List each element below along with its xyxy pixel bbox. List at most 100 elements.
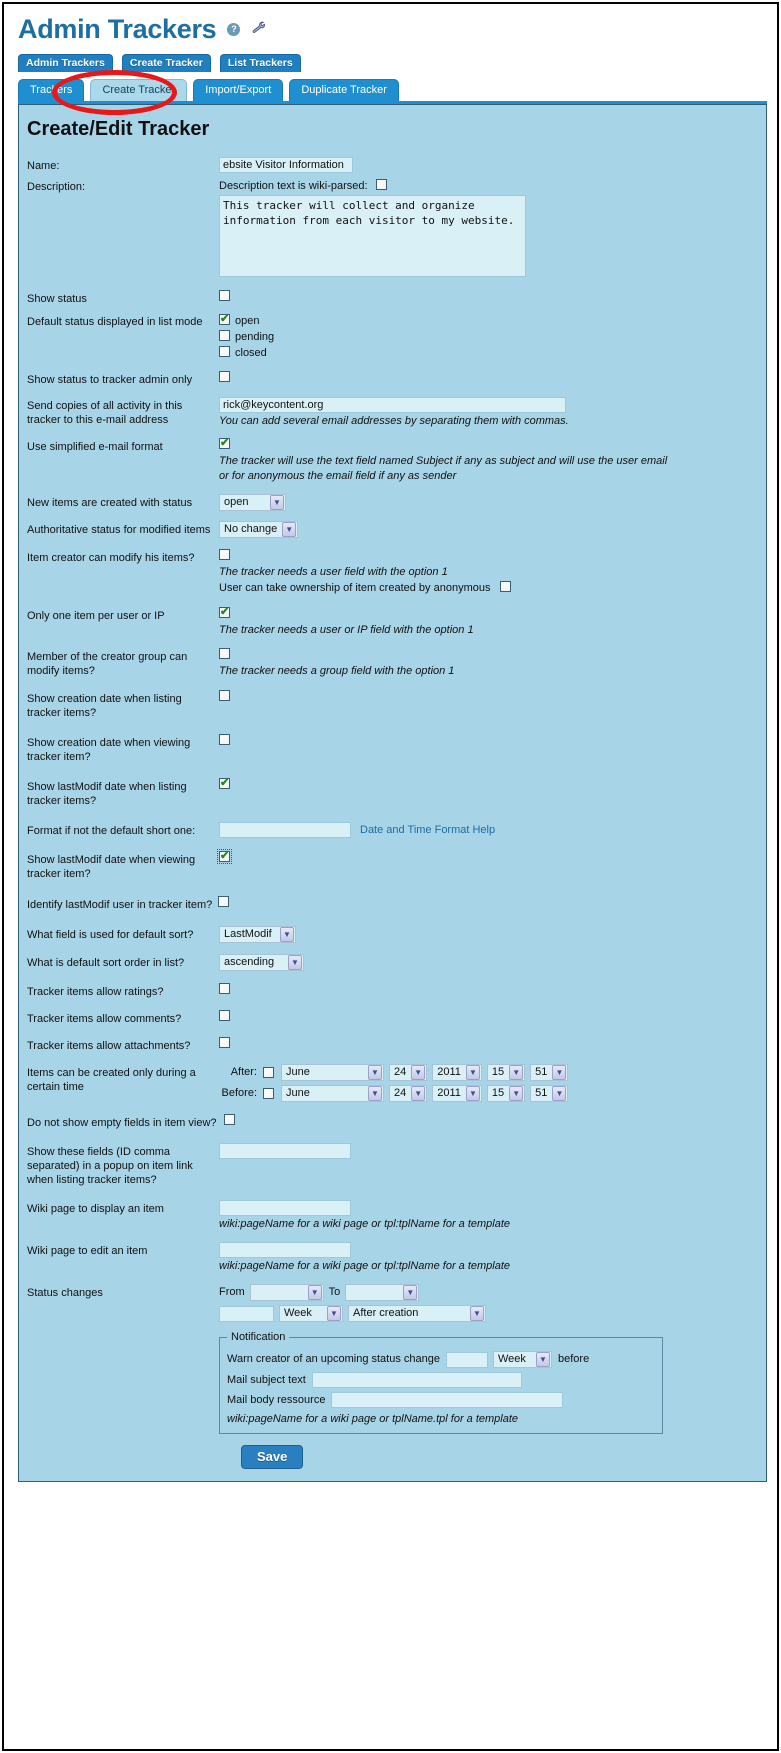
wiki-parsed-checkbox[interactable] [375, 179, 387, 190]
wiki-parsed-line: Description text is wiki-parsed: [219, 179, 766, 194]
mail-subject-input[interactable] [311, 1372, 522, 1388]
after-day-select[interactable]: 24 ▼ [389, 1064, 428, 1081]
warn-amount-input[interactable] [446, 1351, 488, 1368]
group-can-modify-checkbox[interactable] [219, 648, 230, 659]
after-hour-select[interactable]: 15 ▼ [486, 1064, 526, 1081]
show-status-checkbox[interactable] [219, 290, 230, 301]
before-minute-select[interactable]: 51 ▼ [530, 1085, 569, 1102]
allow-comments-checkbox[interactable] [219, 1010, 230, 1021]
tab-import-export[interactable]: Import/Export [193, 79, 284, 101]
row-name: Name: [19, 155, 766, 173]
button-create-tracker[interactable]: Create Tracker [121, 54, 211, 72]
wiki-page-edit-input[interactable] [219, 1242, 351, 1258]
status-change-amount-input[interactable] [219, 1305, 274, 1322]
label-ownership: User can take ownership of item created … [219, 582, 491, 594]
ownership-checkbox[interactable] [499, 581, 511, 592]
label-show-status-admin-only: Show status to tracker admin only [27, 374, 193, 386]
default-sort-field-select[interactable]: LastModif ▼ [219, 926, 296, 943]
status-to-select[interactable]: ▼ [345, 1284, 420, 1301]
date-format-input[interactable] [219, 822, 351, 838]
button-list-trackers[interactable]: List Trackers [219, 54, 301, 72]
identify-lastmodif-user-checkbox[interactable] [218, 896, 230, 907]
date-format-help-link[interactable]: Date and Time Format Help [360, 823, 495, 838]
chevron-down-icon: ▼ [327, 1306, 341, 1321]
notification-subject-row: Mail subject text [227, 1372, 655, 1388]
default-sort-order-select[interactable]: ascending ▼ [219, 954, 304, 971]
row-show-status-admin-only: Show status to tracker admin only [19, 369, 766, 387]
tab-trackers[interactable]: Trackers [18, 79, 85, 101]
chevron-down-icon: ▼ [470, 1306, 484, 1321]
row-show-creation-listing: Show creation date when listing tracker … [19, 688, 766, 720]
hint-group-can-modify: The tracker needs a group field with the… [219, 665, 455, 677]
chevron-down-icon: ▼ [403, 1285, 418, 1300]
default-status-pending-label: pending [235, 331, 275, 343]
row-simplified-email: Use simplified e-mail format The tracker… [19, 436, 766, 483]
hide-empty-fields-checkbox[interactable] [223, 1114, 235, 1125]
authoritative-status-select[interactable]: No change ▼ [219, 521, 299, 538]
tab-create-tracker[interactable]: Create Tracker [90, 79, 188, 101]
show-creation-viewing-checkbox[interactable] [219, 734, 230, 745]
default-status-option-closed[interactable]: closed [219, 346, 766, 361]
label-authoritative-status: Authoritative status for modified items [27, 524, 211, 536]
label-hide-empty-fields: Do not show empty fields in item view? [27, 1117, 217, 1129]
before-year-value: 2011 [437, 1087, 461, 1099]
row-creator-can-modify: Item creator can modify his items? The t… [19, 547, 766, 596]
default-status-option-open[interactable]: open [219, 312, 766, 329]
status-from-select[interactable]: ▼ [249, 1284, 324, 1301]
button-admin-trackers[interactable]: Admin Trackers [18, 54, 113, 72]
warn-unit-select[interactable]: Week ▼ [493, 1351, 552, 1368]
page-header: Admin Trackers ? [4, 4, 777, 45]
default-status-closed-checkbox[interactable] [219, 346, 230, 357]
page-title: Admin Trackers [18, 14, 217, 44]
one-item-per-user-checkbox[interactable] [219, 605, 230, 620]
before-month-select[interactable]: June ▼ [281, 1085, 384, 1102]
after-minute-select[interactable]: 51 ▼ [530, 1064, 569, 1081]
show-lastmodif-viewing-checkbox[interactable] [217, 849, 232, 864]
default-status-pending-checkbox[interactable] [219, 330, 230, 341]
row-popup-fields: Show these fields (ID comma separated) i… [19, 1141, 766, 1187]
wrench-icon[interactable] [251, 21, 267, 38]
allow-ratings-checkbox[interactable] [219, 983, 230, 994]
label-email-copies: Send copies of all activity in this trac… [27, 400, 183, 426]
label-status-changes: Status changes [27, 1287, 103, 1299]
notification-body-row: Mail body ressource [227, 1392, 655, 1408]
row-show-lastmodif-viewing: Show lastModif date when viewing tracker… [19, 849, 766, 881]
label-after: After: [230, 1066, 257, 1078]
status-change-unit-select[interactable]: Week ▼ [279, 1305, 343, 1322]
after-year-select[interactable]: 2011 ▼ [432, 1064, 482, 1081]
before-year-select[interactable]: 2011 ▼ [432, 1085, 482, 1102]
creator-can-modify-checkbox[interactable] [219, 549, 230, 560]
default-status-open-checkbox[interactable] [219, 312, 230, 327]
row-hide-empty-fields: Do not show empty fields in item view? [19, 1112, 766, 1130]
before-day-select[interactable]: 24 ▼ [389, 1085, 428, 1102]
show-creation-listing-checkbox[interactable] [219, 690, 230, 701]
hint-wiki-page-display: wiki:pageName for a wiki page or tpl:tpl… [219, 1218, 511, 1230]
show-status-admin-only-checkbox[interactable] [219, 371, 230, 382]
mail-body-input[interactable] [331, 1392, 564, 1408]
new-items-status-select[interactable]: open ▼ [219, 494, 286, 511]
after-month-select[interactable]: June ▼ [281, 1064, 384, 1081]
before-enable-checkbox[interactable] [263, 1088, 274, 1099]
show-lastmodif-listing-checkbox[interactable] [219, 776, 230, 791]
chevron-down-icon: ▼ [509, 1086, 524, 1101]
email-copies-input[interactable] [219, 397, 566, 413]
row-show-lastmodif-listing: Show lastModif date when listing tracker… [19, 776, 766, 808]
name-input[interactable] [219, 157, 353, 173]
help-icon[interactable]: ? [227, 23, 241, 36]
before-hour-select[interactable]: 15 ▼ [486, 1085, 526, 1102]
allow-attachments-checkbox[interactable] [219, 1037, 230, 1048]
after-enable-checkbox[interactable] [263, 1067, 274, 1078]
chevron-down-icon: ▼ [282, 522, 297, 537]
status-change-event-select[interactable]: After creation ▼ [348, 1305, 486, 1322]
row-default-sort-order: What is default sort order in list? asce… [19, 952, 766, 971]
save-button[interactable]: Save [241, 1445, 304, 1469]
label-mail-body: Mail body ressource [227, 1393, 326, 1406]
row-email-copies: Send copies of all activity in this trac… [19, 395, 766, 428]
popup-fields-input[interactable] [219, 1143, 351, 1159]
description-textarea[interactable] [219, 195, 526, 277]
simplified-email-checkbox[interactable] [219, 436, 230, 451]
default-status-open-label: open [235, 315, 260, 327]
tab-duplicate-tracker[interactable]: Duplicate Tracker [289, 79, 399, 101]
default-status-option-pending[interactable]: pending [219, 330, 766, 345]
wiki-page-display-input[interactable] [219, 1200, 351, 1216]
